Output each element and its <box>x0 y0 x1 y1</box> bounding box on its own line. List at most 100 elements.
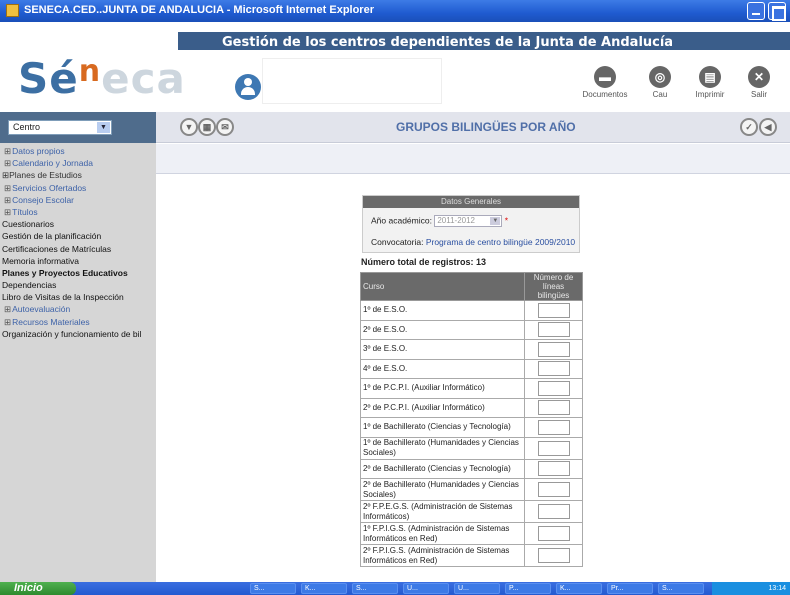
taskbar-item[interactable]: K... <box>301 583 347 594</box>
lineas-input[interactable] <box>537 302 570 318</box>
documents-icon: ▬ <box>594 66 616 88</box>
sidebar-item-label: Datos propios <box>12 146 65 156</box>
table-row: 2º de P.C.P.I. (Auxiliar Informático) <box>360 397 583 418</box>
filter-icon[interactable]: ▼ <box>180 118 198 136</box>
year-label: Año académico: <box>371 215 432 226</box>
lineas-input[interactable] <box>537 400 570 416</box>
mail-icon[interactable]: ✉ <box>216 118 234 136</box>
sidebar-item[interactable]: ⊞Calendario y Jornada <box>0 157 156 169</box>
chevron-down-icon: ▼ <box>490 217 501 225</box>
sidebar-item[interactable]: Libro de Visitas de la Inspección <box>0 291 156 303</box>
sidebar-item-label: Cuestionarios <box>2 219 54 230</box>
lineas-input[interactable] <box>537 380 570 396</box>
accept-icon[interactable]: ✓ <box>740 118 758 136</box>
curso-cell: 1º de E.S.O. <box>360 300 525 321</box>
table-row: 2º de Bachillerato (Humanidades y Cienci… <box>360 478 583 501</box>
sidebar-item-label: Planes y Proyectos Educativos <box>2 267 128 278</box>
calendar-icon[interactable]: ▦ <box>198 118 216 136</box>
window-title-bar: SENECA.CED..JUNTA DE ANDALUCIA - Microso… <box>0 0 790 22</box>
datos-generales-header: Datos Generales <box>363 196 579 208</box>
exit-button[interactable]: ✕ Salir <box>736 66 782 99</box>
lineas-input[interactable] <box>537 341 570 357</box>
back-icon[interactable]: ◀ <box>759 118 777 136</box>
curso-cell: 1º de P.C.P.I. (Auxiliar Informático) <box>360 378 525 399</box>
curso-cell: 1º F.P.I.G.S. (Administración de Sistema… <box>360 522 525 545</box>
sidebar-item[interactable]: Certificaciones de Matrículas <box>0 243 156 255</box>
sidebar-item-label: Recursos Materiales <box>12 316 90 327</box>
lineas-input[interactable] <box>537 482 570 497</box>
clock: 13:14 <box>768 585 786 592</box>
lineas-input[interactable] <box>537 419 570 435</box>
table-row: 4º de E.S.O. <box>360 358 583 379</box>
curso-cell: 2º de Bachillerato (Ciencias y Tecnologí… <box>360 458 525 479</box>
sidebar-item[interactable]: Planes y Proyectos Educativos <box>0 267 156 279</box>
sidebar-item[interactable]: ⊞Recursos Materiales <box>0 316 156 328</box>
table-row: 1º de P.C.P.I. (Auxiliar Informático) <box>360 378 583 399</box>
sidebar-item[interactable]: Organización y funcionamiento de bil <box>0 328 156 340</box>
taskbar-item[interactable]: Pr... <box>607 583 653 594</box>
expand-icon[interactable]: ⊞ <box>4 304 11 314</box>
window-title: SENECA.CED..JUNTA DE ANDALUCIA - Microso… <box>24 4 374 16</box>
lineas-input[interactable] <box>537 504 570 519</box>
taskbar-item[interactable]: U... <box>403 583 449 594</box>
lineas-cell <box>524 358 583 379</box>
expand-icon[interactable]: ⊞ <box>4 195 11 205</box>
lineas-input[interactable] <box>537 548 570 563</box>
main-content: ▼ ▦ ✉ GRUPOS BILINGÜES POR AÑO ✓ ◀ Datos… <box>156 112 790 582</box>
lineas-input[interactable] <box>537 526 570 541</box>
lineas-input[interactable] <box>537 440 570 456</box>
sidebar-item[interactable]: ⊞Servicios Ofertados <box>0 182 156 194</box>
taskbar-item[interactable]: P... <box>505 583 551 594</box>
sidebar-item[interactable]: Gestión de la planificación <box>0 230 156 242</box>
lineas-cell <box>524 478 583 501</box>
user-icon <box>235 74 261 100</box>
sidebar-item-label: Planes de Estudios <box>9 170 82 181</box>
curso-cell: 2º de Bachillerato (Humanidades y Cienci… <box>360 478 525 501</box>
sidebar-item[interactable]: Memoria informativa <box>0 255 156 267</box>
print-button[interactable]: ▤ Imprimir <box>687 66 733 99</box>
sidebar-menu: ⊞Datos propios ⊞Calendario y Jornada ⊞Plan… <box>0 145 156 340</box>
year-select[interactable]: 2011-2012 ▼ <box>434 215 503 227</box>
sidebar-item-label: Títulos <box>12 206 38 217</box>
groups-table: Curso Número de líneas bilingües 1º de E… <box>360 272 583 567</box>
lineas-cell <box>524 378 583 399</box>
lineas-input[interactable] <box>537 461 570 477</box>
page-title: GRUPOS BILINGÜES POR AÑO <box>396 120 576 134</box>
documents-button[interactable]: ▬ Documentos <box>582 66 628 99</box>
table-row: 1º F.P.I.G.S. (Administración de Sistema… <box>360 522 583 545</box>
curso-cell: 4º de E.S.O. <box>360 358 525 379</box>
start-button[interactable]: Inicio <box>0 582 76 595</box>
taskbar-item[interactable]: S... <box>658 583 704 594</box>
sidebar-item[interactable]: ⊞Autoevaluación <box>0 303 156 315</box>
expand-icon[interactable]: ⊞ <box>4 146 11 156</box>
sidebar-item[interactable]: ⊞Títulos <box>0 206 156 218</box>
taskbar-item[interactable]: S... <box>250 583 296 594</box>
minimize-button[interactable] <box>747 2 765 20</box>
sidebar-item[interactable]: Cuestionarios <box>0 218 156 230</box>
curso-cell: 2º de E.S.O. <box>360 319 525 340</box>
cau-button[interactable]: ◎ Cau <box>637 66 683 99</box>
lineas-input[interactable] <box>537 361 570 377</box>
sidebar-item[interactable]: ⊞Consejo Escolar <box>0 194 156 206</box>
lineas-cell <box>524 544 583 567</box>
sidebar-item[interactable]: ⊞Planes de Estudios <box>0 169 156 181</box>
expand-icon[interactable]: ⊞ <box>4 158 11 168</box>
taskbar-item[interactable]: S... <box>352 583 398 594</box>
curso-cell: 2º F.P.I.G.S. (Administración de Sistema… <box>360 544 525 567</box>
taskbar-item[interactable]: K... <box>556 583 602 594</box>
sidebar-item[interactable]: Dependencias <box>0 279 156 291</box>
expand-icon[interactable]: ⊞ <box>4 317 11 327</box>
convocatoria-value: Programa de centro bilingüe 2009/2010 <box>425 237 576 247</box>
sidebar-item-label: Libro de Visitas de la Inspección <box>2 292 124 303</box>
curso-cell: 2º F.P.E.G.S. (Administración de Sistema… <box>360 500 525 523</box>
close-icon: ✕ <box>748 66 770 88</box>
table-row: 2º de Bachillerato (Ciencias y Tecnologí… <box>360 458 583 479</box>
table-row: 1º de Bachillerato (Humanidades y Cienci… <box>360 436 583 460</box>
taskbar-item[interactable]: U... <box>454 583 500 594</box>
expand-icon[interactable]: ⊞ <box>4 207 11 217</box>
centro-select[interactable]: Centro ▼ <box>8 120 112 135</box>
maximize-button[interactable] <box>768 2 786 21</box>
lineas-input[interactable] <box>537 322 570 338</box>
expand-icon[interactable]: ⊞ <box>4 183 11 193</box>
sidebar-item[interactable]: ⊞Datos propios <box>0 145 156 157</box>
